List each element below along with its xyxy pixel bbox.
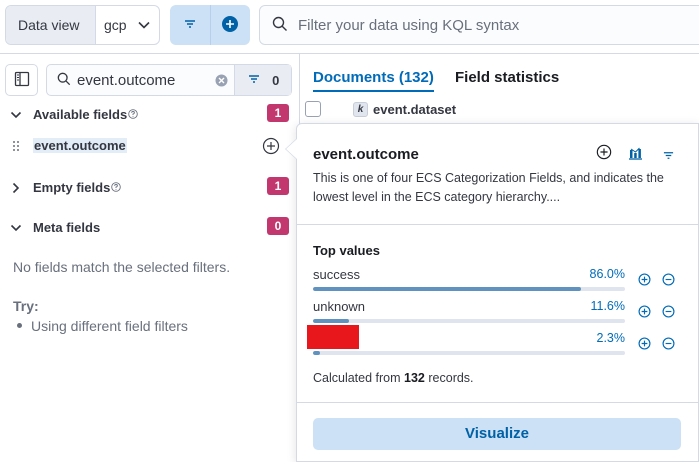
try-suggestion: Using different field filters bbox=[17, 318, 188, 334]
keyword-field-token: k bbox=[353, 102, 368, 117]
filter-button[interactable] bbox=[170, 5, 210, 45]
chevron-down-icon[interactable] bbox=[137, 18, 151, 35]
empty-fields-label: Empty fields bbox=[33, 179, 111, 195]
plus-circle-icon[interactable] bbox=[262, 137, 280, 158]
popover-title: event.outcome bbox=[313, 146, 419, 163]
top-value-bar-fill bbox=[313, 287, 582, 291]
top-value-percent: 11.6% bbox=[590, 299, 625, 313]
field-filter-button[interactable]: 0 bbox=[234, 65, 291, 95]
top-bar: Data view gcp bbox=[0, 0, 699, 54]
top-value-row: unknown 11.6% bbox=[313, 299, 683, 329]
top-value-bar bbox=[313, 351, 625, 355]
meta-fields-count: 0 bbox=[267, 217, 289, 235]
meta-fields-label: Meta fields bbox=[33, 219, 101, 235]
minus-circle-icon[interactable] bbox=[662, 305, 675, 321]
plus-circle-icon[interactable] bbox=[638, 273, 651, 289]
help-icon bbox=[111, 179, 121, 195]
divider bbox=[297, 402, 698, 403]
chevron-down-icon[interactable] bbox=[10, 221, 22, 237]
data-view-picker[interactable]: Data view gcp bbox=[5, 5, 160, 45]
field-details-popover: event.outcome This is one of four ECS Ca… bbox=[296, 123, 699, 462]
calculated-from-text: Calculated from 132 records. bbox=[313, 371, 474, 385]
top-value-bar-fill bbox=[313, 351, 321, 355]
help-icon bbox=[128, 106, 138, 122]
filter-icon bbox=[183, 17, 197, 33]
filter-icon[interactable] bbox=[662, 148, 675, 164]
clear-icon[interactable] bbox=[215, 74, 228, 90]
visualize-button[interactable]: Visualize bbox=[313, 418, 681, 450]
top-value-bar-fill bbox=[313, 319, 350, 323]
field-name[interactable]: event.outcome bbox=[33, 138, 127, 153]
chevron-right-icon[interactable] bbox=[10, 181, 22, 197]
popover-arrow bbox=[286, 139, 297, 159]
main-tabs: Documents (132) Field statistics bbox=[300, 54, 699, 94]
filter-count: 0 bbox=[272, 72, 280, 88]
empty-fields-section[interactable]: Empty fields 1 bbox=[0, 173, 300, 201]
field-search-input[interactable] bbox=[77, 71, 217, 89]
chevron-down-icon[interactable] bbox=[10, 108, 22, 124]
top-value-label: success bbox=[313, 267, 360, 282]
available-fields-count: 1 bbox=[267, 104, 289, 122]
minus-circle-icon[interactable] bbox=[662, 337, 675, 353]
query-button-group bbox=[170, 5, 250, 45]
field-list-item[interactable]: event.outcome bbox=[0, 134, 300, 158]
minus-circle-icon[interactable] bbox=[662, 273, 675, 289]
plus-circle-icon[interactable] bbox=[596, 144, 612, 163]
top-value-percent: 86.0% bbox=[589, 267, 625, 281]
plus-circle-icon[interactable] bbox=[638, 305, 651, 321]
no-match-message: No fields match the selected filters. bbox=[13, 259, 231, 275]
top-value-row: success 86.0% bbox=[313, 267, 683, 297]
top-value-bar bbox=[313, 287, 625, 291]
top-value-bar bbox=[313, 319, 625, 323]
try-label: Try: bbox=[13, 298, 39, 314]
plus-circle-icon bbox=[221, 15, 239, 36]
tab-field-statistics[interactable]: Field statistics bbox=[455, 69, 559, 86]
bullet bbox=[17, 322, 22, 328]
select-all-checkbox[interactable] bbox=[305, 101, 321, 117]
visualize-icon[interactable] bbox=[628, 147, 643, 163]
collapse-sidebar-button[interactable] bbox=[5, 64, 38, 96]
sidebar-toggle-icon bbox=[14, 71, 30, 90]
calc-count: 132 bbox=[404, 371, 425, 385]
available-fields-label: Available fields bbox=[33, 106, 128, 122]
meta-fields-section[interactable]: Meta fields 0 bbox=[0, 213, 300, 241]
search-icon bbox=[272, 16, 288, 35]
redacted-label bbox=[307, 325, 359, 349]
kql-search-bar[interactable] bbox=[259, 5, 699, 45]
field-search: 0 bbox=[46, 64, 292, 96]
column-header-field[interactable]: event.dataset bbox=[373, 102, 456, 117]
top-value-row: 2.3% bbox=[307, 325, 683, 361]
top-value-label: unknown bbox=[313, 299, 366, 314]
plus-circle-icon[interactable] bbox=[638, 337, 651, 353]
top-value-percent: 2.3% bbox=[596, 331, 626, 345]
field-sidebar: 0 Available fields 1 event.outcome Empty… bbox=[0, 54, 300, 462]
data-view-label: Data view bbox=[6, 6, 96, 44]
top-values-title: Top values bbox=[313, 243, 380, 258]
calc-suffix: records. bbox=[428, 371, 474, 385]
search-icon bbox=[57, 72, 71, 89]
add-filter-button[interactable] bbox=[209, 5, 251, 45]
document-table-header: k event.dataset bbox=[300, 97, 699, 123]
try-suggestion-text: Using different field filters bbox=[31, 318, 188, 334]
tab-documents[interactable]: Documents (132) bbox=[313, 69, 434, 92]
field-description: This is one of four ECS Categorization F… bbox=[313, 171, 664, 204]
kql-search-input[interactable] bbox=[298, 16, 678, 34]
available-fields-section[interactable]: Available fields 1 bbox=[0, 100, 300, 128]
drag-handle-icon[interactable] bbox=[12, 139, 20, 155]
calc-prefix: Calculated from bbox=[313, 371, 401, 385]
divider bbox=[297, 224, 698, 225]
filter-icon bbox=[247, 73, 261, 88]
empty-fields-count: 1 bbox=[267, 177, 289, 195]
